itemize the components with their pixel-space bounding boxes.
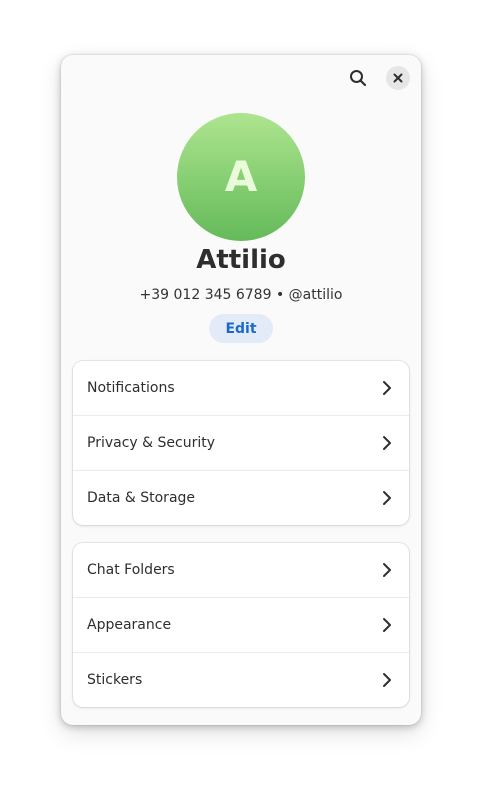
- chevron-right-icon: [379, 562, 395, 578]
- search-button[interactable]: [346, 66, 370, 90]
- chevron-right-icon: [379, 490, 395, 506]
- settings-item-label: Stickers: [87, 672, 143, 688]
- settings-window: A Attilio +39 012 345 6789 • @attilio Ed…: [61, 55, 421, 725]
- settings-item-label: Chat Folders: [87, 562, 175, 578]
- settings-item-label: Appearance: [87, 617, 172, 633]
- settings-item-label: Privacy & Security: [87, 435, 215, 451]
- avatar-initial: A: [224, 152, 258, 201]
- close-icon: [393, 73, 403, 83]
- profile-name: Attilio: [196, 245, 286, 275]
- chevron-right-icon: [379, 672, 395, 688]
- settings-item-label: Data & Storage: [87, 490, 196, 506]
- settings-group-general: Notifications Privacy & Security Data & …: [73, 361, 409, 525]
- settings-item-stickers[interactable]: Stickers: [73, 652, 409, 707]
- chevron-right-icon: [379, 617, 395, 633]
- chevron-right-icon: [379, 380, 395, 396]
- edit-profile-button[interactable]: Edit: [209, 314, 273, 343]
- profile-phone-username: +39 012 345 6789 • @attilio: [139, 287, 343, 303]
- settings-item-label: Notifications: [87, 380, 175, 396]
- settings-item-data-storage[interactable]: Data & Storage: [73, 470, 409, 525]
- settings-item-notifications[interactable]: Notifications: [73, 361, 409, 415]
- search-icon: [350, 70, 367, 87]
- settings-item-chat-folders[interactable]: Chat Folders: [73, 543, 409, 597]
- settings-group-customization: Chat Folders Appearance Stickers: [73, 543, 409, 707]
- close-button[interactable]: [386, 66, 410, 90]
- settings-item-appearance[interactable]: Appearance: [73, 597, 409, 652]
- chevron-right-icon: [379, 435, 395, 451]
- settings-item-privacy-security[interactable]: Privacy & Security: [73, 415, 409, 470]
- avatar[interactable]: A: [177, 113, 305, 241]
